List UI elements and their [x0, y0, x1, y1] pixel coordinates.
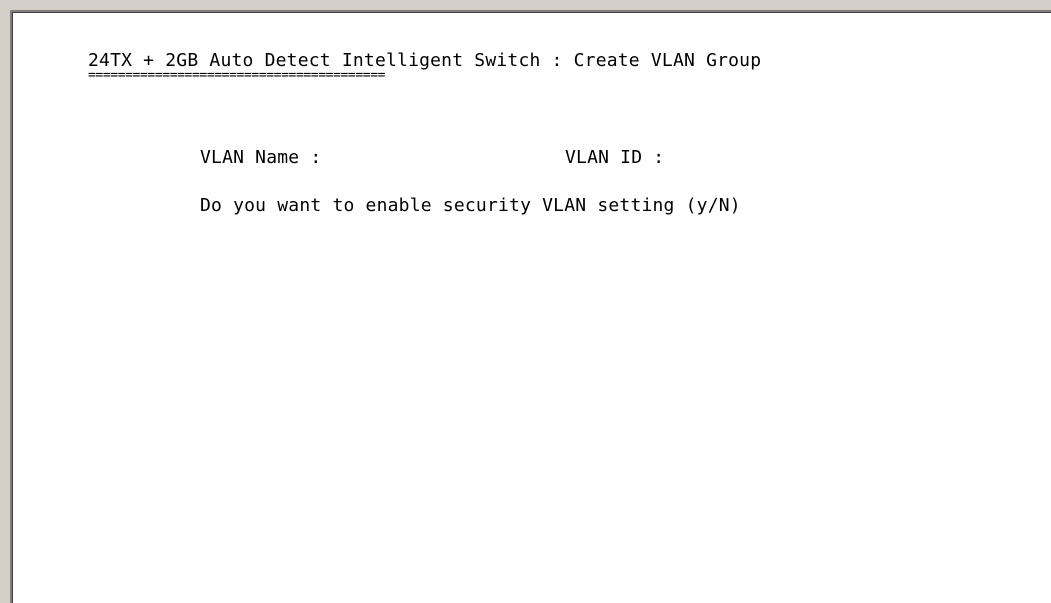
security-vlan-prompt: Do you want to enable security VLAN sett…	[200, 195, 741, 216]
terminal-content: 24TX + 2GB Auto Detect Intelligent Switc…	[12, 12, 1051, 603]
terminal-window: 24TX + 2GB Auto Detect Intelligent Switc…	[0, 0, 1051, 603]
vlan-id-label: VLAN ID :	[565, 147, 665, 168]
title-underline: ========================================	[88, 68, 386, 83]
terminal-screen[interactable]: 24TX + 2GB Auto Detect Intelligent Switc…	[10, 10, 1051, 603]
vlan-name-label: VLAN Name :	[200, 147, 322, 168]
